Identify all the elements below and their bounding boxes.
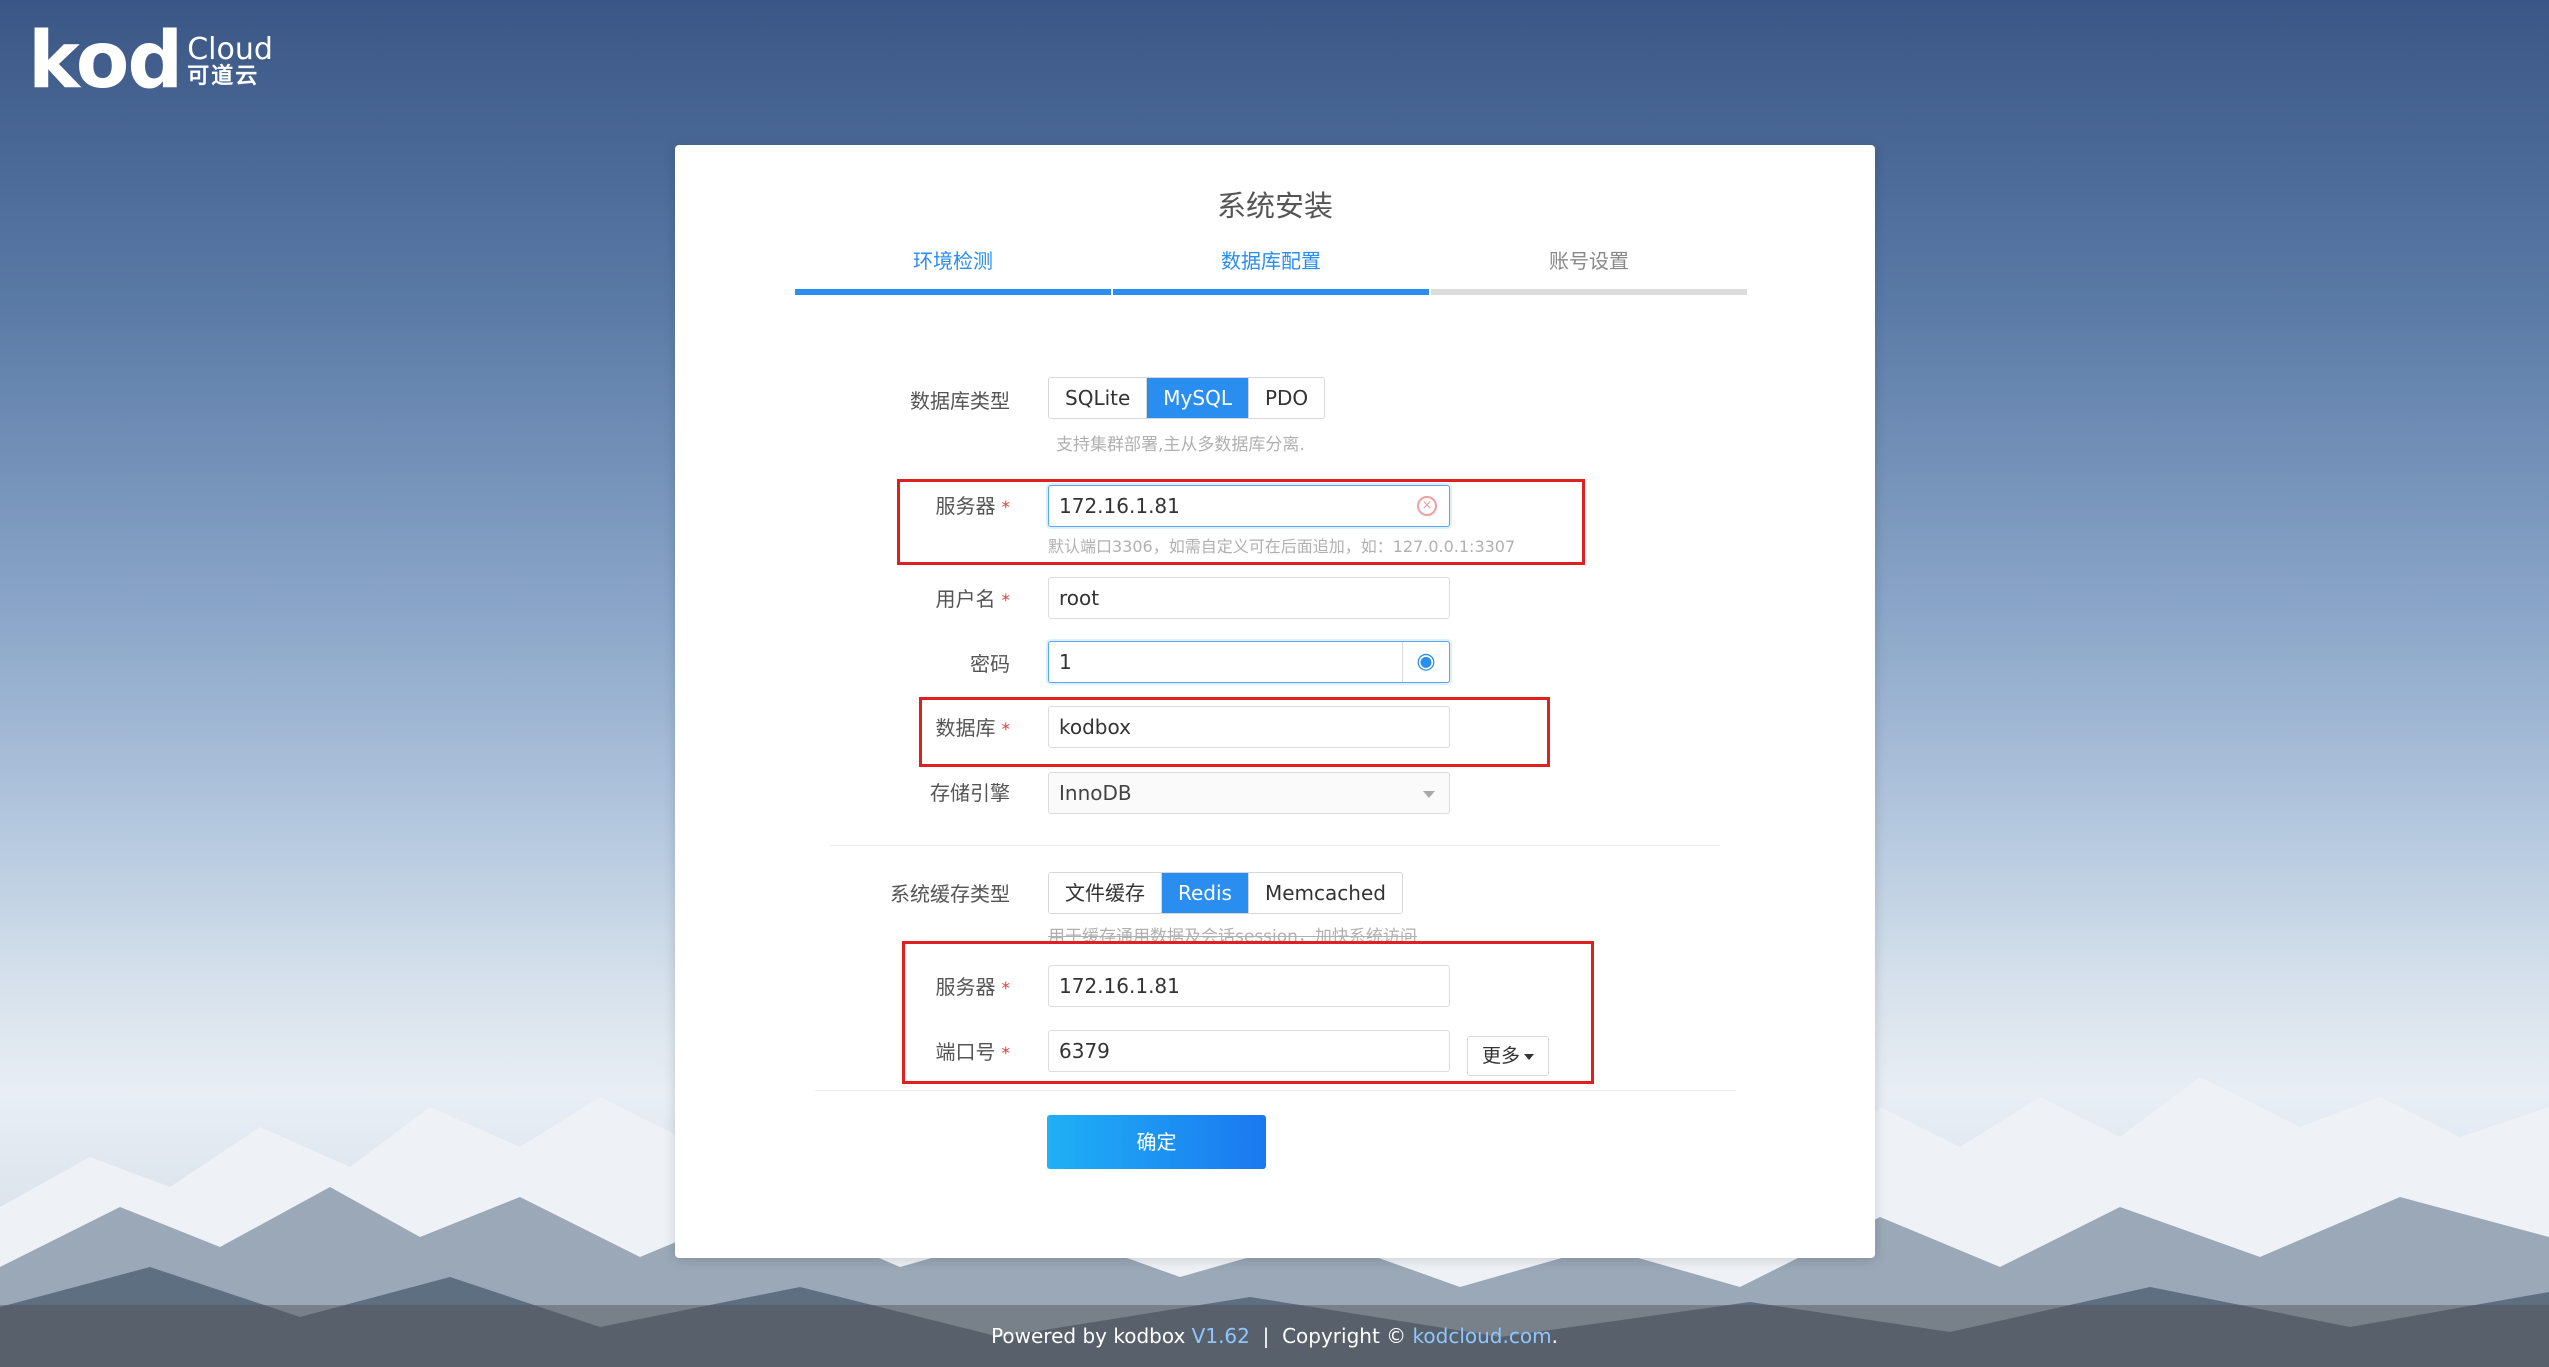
footer-powered: Powered by kodbox: [991, 1324, 1186, 1348]
step-label: 数据库配置: [1221, 249, 1321, 273]
confirm-button[interactable]: 确定: [1047, 1115, 1266, 1169]
footer-site-link[interactable]: kodcloud.com: [1413, 1324, 1552, 1348]
chevron-down-icon: [1423, 791, 1435, 798]
db-type-selector: SQLite MySQL PDO: [1048, 377, 1326, 419]
cache-type-label: 系统缓存类型: [890, 882, 1010, 906]
db-password-value: 1: [1059, 650, 1072, 674]
footer-copyright: Copyright ©: [1282, 1324, 1407, 1348]
step-env-check[interactable]: 环境检测: [795, 245, 1111, 295]
logo-cn-text: 可道云: [187, 64, 260, 90]
page-title: 系统安装: [1216, 189, 1333, 223]
db-engine-label: 存储引擎: [930, 781, 1010, 805]
logo-cloud-text: Cloud: [187, 31, 273, 67]
annotation-box-db-server: [897, 479, 1585, 565]
annotation-box-db-name: [919, 697, 1550, 767]
db-type-pdo[interactable]: PDO: [1248, 378, 1325, 418]
footer-dot: .: [1551, 1324, 1558, 1348]
step-db-config[interactable]: 数据库配置: [1113, 245, 1429, 295]
db-user-input[interactable]: root: [1048, 577, 1450, 619]
required-mark: *: [1001, 591, 1011, 611]
label-text: 用户名: [935, 587, 996, 611]
db-engine-value: InnoDB: [1059, 781, 1132, 805]
step-label: 账号设置: [1549, 249, 1629, 273]
kod-cloud-logo: kod Cloud 可道云: [28, 22, 273, 100]
db-type-label: 数据库类型: [910, 389, 1010, 413]
db-type-hint: 支持集群部署,主从多数据库分离.: [1056, 435, 1305, 455]
db-type-sqlite[interactable]: SQLite: [1049, 378, 1148, 418]
logo-subtitle: Cloud 可道云: [187, 34, 273, 89]
annotation-box-cache: [902, 941, 1594, 1084]
logo-wordmark: kod: [28, 16, 183, 106]
cache-type-memcached[interactable]: Memcached: [1248, 873, 1402, 913]
step-progress-bar: [1431, 289, 1747, 295]
footer-version-link[interactable]: V1.62: [1192, 1324, 1250, 1348]
db-user-value: root: [1059, 586, 1100, 610]
db-engine-select[interactable]: InnoDB: [1048, 772, 1450, 814]
section-divider: [815, 1090, 1735, 1091]
footer: Powered by kodbox V1.62 | Copyright © ko…: [0, 1305, 2549, 1367]
db-password-label: 密码: [970, 652, 1010, 676]
db-user-label: 用户名 *: [790, 583, 1011, 612]
footer-separator: |: [1262, 1324, 1270, 1348]
cache-type-redis[interactable]: Redis: [1162, 873, 1249, 913]
step-account-setup[interactable]: 账号设置: [1431, 245, 1747, 295]
section-divider: [830, 845, 1720, 846]
step-progress-bar: [795, 289, 1111, 295]
db-type-mysql[interactable]: MySQL: [1147, 378, 1249, 418]
step-label: 环境检测: [913, 249, 993, 273]
cache-type-selector: 文件缓存 Redis Memcached: [1048, 872, 1403, 914]
step-progress-bar: [1113, 289, 1429, 295]
cache-type-file[interactable]: 文件缓存: [1049, 873, 1162, 913]
eye-icon[interactable]: ◉: [1402, 642, 1449, 682]
db-password-input[interactable]: 1 ◉: [1048, 641, 1450, 683]
